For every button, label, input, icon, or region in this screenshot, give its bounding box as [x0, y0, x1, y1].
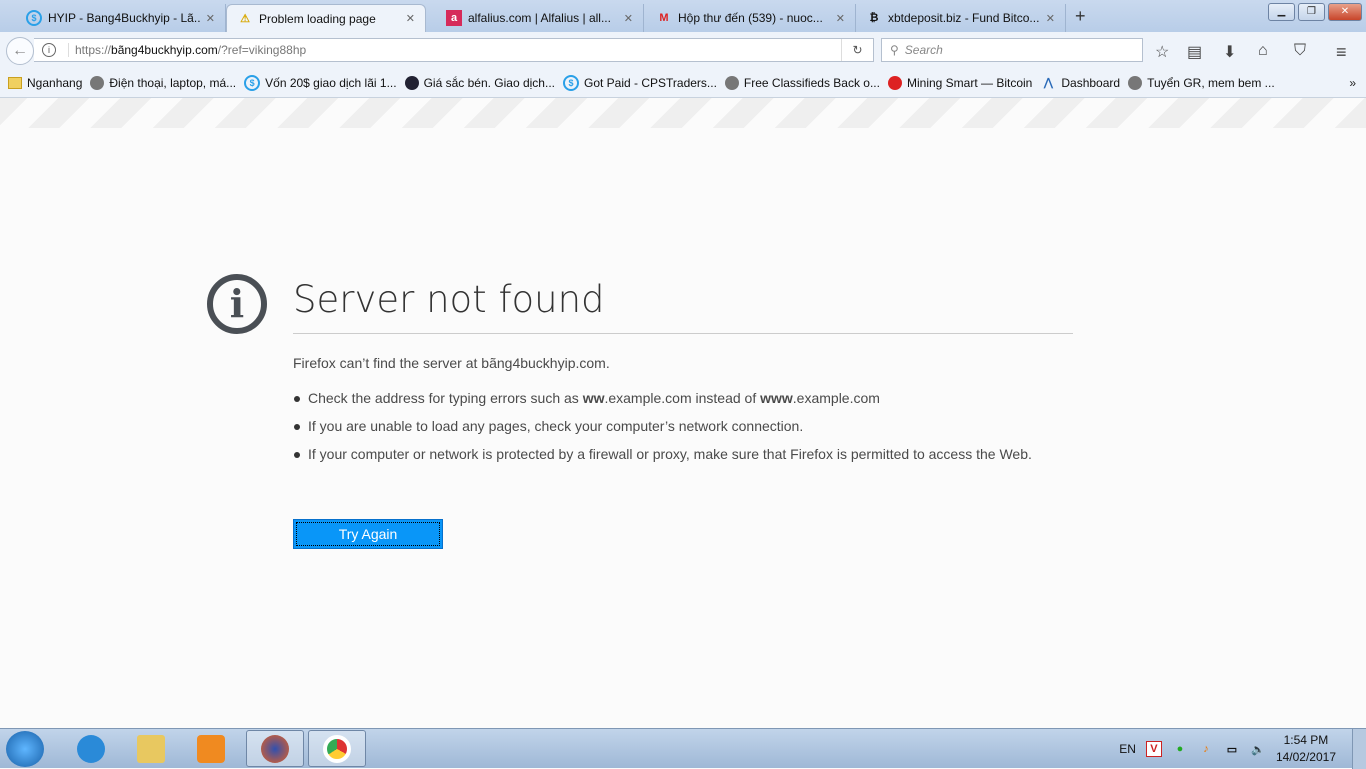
close-tab-icon[interactable]: ✕ [206, 12, 215, 25]
home-icon[interactable]: ⌂ [1258, 42, 1268, 60]
taskbar-explorer[interactable] [122, 730, 180, 767]
new-tab-button[interactable]: + [1075, 6, 1086, 27]
globe-icon [1128, 75, 1143, 90]
music-icon[interactable]: ♪ [1198, 741, 1214, 757]
info-icon[interactable]: i [42, 43, 56, 57]
start-button[interactable] [6, 731, 44, 767]
close-tab-icon[interactable]: ✕ [624, 12, 633, 25]
pocket-icon[interactable]: ⛉ [1294, 42, 1306, 60]
site-icon [404, 75, 419, 90]
menu-icon[interactable]: ≡ [1336, 42, 1347, 63]
close-window-button[interactable]: ✕ [1328, 3, 1362, 21]
warning-icon: ⚠ [240, 13, 250, 25]
a-icon: a [446, 10, 462, 26]
tab-gmail[interactable]: M Hộp thư đến (539) - nuoc... ✕ [646, 4, 856, 32]
back-button[interactable]: ← [6, 37, 34, 65]
bookmarks-bar: Nganhang Điện thoại, laptop, má... $ Vốn … [0, 68, 1366, 98]
taskbar-chrome[interactable] [308, 730, 366, 767]
bookmark-item[interactable]: Free Classifieds Back o... [724, 75, 880, 90]
bookmark-item[interactable]: Điện thoại, laptop, má... [90, 75, 236, 90]
volume-icon[interactable]: 🔈 [1250, 741, 1266, 757]
error-description: Firefox can’t find the server at bãng4bu… [293, 355, 610, 371]
globe-icon [90, 75, 105, 90]
show-desktop-button[interactable] [1352, 729, 1366, 769]
bookmarks-overflow-button[interactable]: » [1349, 76, 1356, 90]
bookmark-item[interactable]: Giá sắc bén. Giao dịch... [404, 75, 555, 90]
list-item: If you are unable to load any pages, che… [293, 416, 1063, 436]
vietkey-icon[interactable]: V [1145, 741, 1162, 757]
bookmark-item[interactable]: Mining Smart — Bitcoin [887, 75, 1032, 90]
bitcoin-icon [887, 75, 902, 90]
folder-icon [8, 76, 22, 89]
nav-bar: ← i https://bãng4buckhyip.com/?ref=vikin… [0, 32, 1366, 68]
taskbar: EN V ● ♪ ▭ 🔈 1:54 PM 14/02/2017 [0, 728, 1366, 769]
bookmark-item[interactable]: $ Got Paid - CPSTraders... [562, 74, 717, 91]
list-item: Check the address for typing errors such… [293, 388, 1063, 408]
tab-xbtdeposit[interactable]: ₿ xbtdeposit.biz - Fund Bitco... ✕ [856, 4, 1066, 32]
tab-alfalius[interactable]: a alfalius.com | Alfalius | all... ✕ [436, 4, 644, 32]
bookmark-item[interactable]: $ Vốn 20$ giao dịch lãi 1... [244, 74, 397, 91]
s-icon: $ [244, 74, 261, 91]
reading-list-icon[interactable]: ▤ [1187, 42, 1202, 62]
idm-icon[interactable]: ● [1172, 741, 1188, 757]
bitcoin-icon: ₿ [869, 12, 879, 24]
close-tab-icon[interactable]: ✕ [406, 12, 415, 25]
taskbar-firefox[interactable] [246, 730, 304, 767]
close-tab-icon[interactable]: ✕ [1046, 12, 1055, 25]
error-page: i Server not found Firefox can’t find th… [0, 128, 1366, 728]
bookmark-item[interactable]: ⋀ Dashboard [1040, 75, 1120, 91]
info-icon: i [207, 274, 267, 334]
search-input[interactable]: ⚲ Search [881, 38, 1143, 62]
dashboard-icon: ⋀ [1043, 77, 1053, 89]
taskbar-media-player[interactable] [182, 730, 240, 767]
tab-hyip[interactable]: $ HYIP - Bang4Buckhyip - Lã... ✕ [16, 4, 226, 32]
globe-icon [724, 75, 739, 90]
language-indicator[interactable]: EN [1119, 742, 1136, 756]
bookmark-star-icon[interactable]: ☆ [1155, 42, 1169, 62]
close-tab-icon[interactable]: ✕ [836, 12, 845, 25]
search-icon: ⚲ [890, 43, 899, 57]
minimize-button[interactable]: ▁ [1268, 3, 1295, 21]
suggestion-list: Check the address for typing errors such… [293, 388, 1063, 472]
s-icon: $ [26, 10, 42, 26]
restore-button[interactable]: ❐ [1298, 3, 1325, 21]
download-icon[interactable]: ⬇ [1223, 42, 1236, 62]
address-bar[interactable]: i https://bãng4buckhyip.com/?ref=viking8… [34, 38, 874, 62]
bookmark-item[interactable]: Nganhang [8, 76, 82, 90]
tab-problem-loading[interactable]: ⚠ Problem loading page ✕ [226, 4, 426, 32]
s-icon: $ [562, 74, 579, 91]
divider [293, 333, 1073, 334]
network-icon[interactable]: ▭ [1224, 741, 1240, 757]
bookmark-item[interactable]: Tuyển GR, mem bem ... [1128, 75, 1275, 90]
gmail-icon: M [659, 12, 669, 24]
system-tray: EN V ● ♪ ▭ 🔈 1:54 PM 14/02/2017 [1119, 729, 1336, 769]
clock[interactable]: 1:54 PM 14/02/2017 [1276, 732, 1336, 766]
try-again-button[interactable]: Try Again [293, 519, 443, 549]
tab-bar: $ HYIP - Bang4Buckhyip - Lã... ✕ ⚠ Problem … [0, 0, 1366, 32]
list-item: If your computer or network is protected… [293, 444, 1063, 464]
page-title: Server not found [293, 278, 605, 321]
taskbar-ie[interactable] [62, 730, 120, 767]
reload-icon[interactable]: ↻ [841, 39, 873, 61]
error-stripe [0, 98, 1366, 128]
